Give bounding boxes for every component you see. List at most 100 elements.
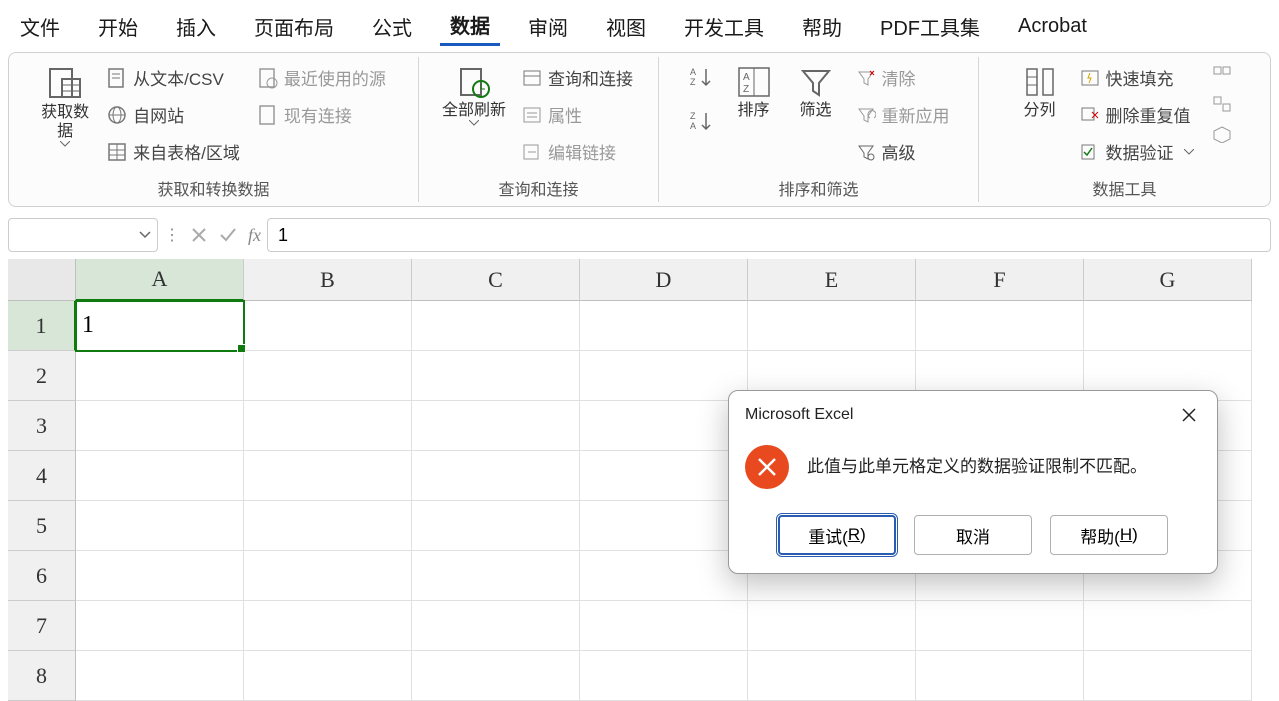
row-header-8[interactable]: 8	[8, 651, 76, 701]
col-header-E[interactable]: E	[748, 259, 916, 301]
cell[interactable]	[244, 551, 412, 601]
recent-sources-button[interactable]: 最近使用的源	[252, 61, 392, 94]
cell-A1[interactable]: 1	[76, 301, 244, 351]
sort-az-button[interactable]: AZ	[682, 61, 720, 93]
sort-button[interactable]: AZ 排序	[726, 61, 782, 124]
select-all-corner[interactable]	[8, 259, 76, 301]
sort-za-button[interactable]: ZA	[682, 105, 720, 137]
cell[interactable]	[412, 601, 580, 651]
cell[interactable]	[244, 401, 412, 451]
tab-data[interactable]: 数据	[440, 6, 500, 46]
cell[interactable]	[412, 551, 580, 601]
formula-input[interactable]	[267, 218, 1271, 252]
cell[interactable]	[580, 601, 748, 651]
cell[interactable]	[76, 551, 244, 601]
cell[interactable]	[244, 501, 412, 551]
row-header-2[interactable]: 2	[8, 351, 76, 401]
edit-links-button[interactable]: 编辑链接	[516, 135, 639, 168]
cell[interactable]	[76, 451, 244, 501]
remove-duplicates-button[interactable]: 删除重复值	[1074, 98, 1200, 131]
chevron-down-icon[interactable]	[139, 231, 151, 239]
advanced-filter-button[interactable]: 高级	[850, 135, 956, 168]
cell[interactable]	[1084, 651, 1252, 701]
tab-help[interactable]: 帮助	[792, 8, 852, 45]
help-button[interactable]: 帮助(H)	[1050, 515, 1168, 555]
row-header-6[interactable]: 6	[8, 551, 76, 601]
reapply-button[interactable]: 重新应用	[850, 98, 956, 131]
cell[interactable]	[580, 401, 748, 451]
retry-button[interactable]: 重试(R)	[778, 515, 896, 555]
cell[interactable]	[580, 301, 748, 351]
from-web-button[interactable]: 自网站	[101, 98, 246, 131]
cell[interactable]	[748, 301, 916, 351]
cell[interactable]	[580, 351, 748, 401]
cell[interactable]	[412, 301, 580, 351]
from-text-csv-button[interactable]: 从文本/CSV	[101, 61, 246, 94]
data-validation-button[interactable]: 数据验证	[1074, 135, 1200, 168]
confirm-icon[interactable]	[218, 226, 238, 244]
cell[interactable]	[580, 501, 748, 551]
tab-review[interactable]: 审阅	[518, 8, 578, 45]
text-to-columns-button[interactable]: 分列	[1012, 61, 1068, 124]
cell[interactable]	[1084, 601, 1252, 651]
row-header-7[interactable]: 7	[8, 601, 76, 651]
tab-acrobat[interactable]: Acrobat	[1008, 11, 1097, 42]
row-header-4[interactable]: 4	[8, 451, 76, 501]
cell[interactable]	[580, 651, 748, 701]
refresh-all-button[interactable]: 全部刷新	[438, 61, 510, 130]
properties-button[interactable]: 属性	[516, 98, 639, 131]
cell[interactable]	[1084, 301, 1252, 351]
cancel-button[interactable]: 取消	[914, 515, 1032, 555]
tab-insert[interactable]: 插入	[166, 8, 226, 45]
manage-model-button[interactable]	[1206, 121, 1238, 147]
cell[interactable]	[916, 601, 1084, 651]
flash-fill-button[interactable]: 快速填充	[1074, 61, 1200, 94]
tab-view[interactable]: 视图	[596, 8, 656, 45]
tab-pdf[interactable]: PDF工具集	[870, 8, 990, 45]
cell[interactable]	[244, 301, 412, 351]
cell[interactable]	[76, 351, 244, 401]
tab-formulas[interactable]: 公式	[362, 8, 422, 45]
cell[interactable]	[76, 651, 244, 701]
dropdown-icon[interactable]: ⋮	[164, 225, 180, 245]
col-header-C[interactable]: C	[412, 259, 580, 301]
clear-filter-button[interactable]: 清除	[850, 61, 956, 94]
cell[interactable]	[76, 401, 244, 451]
cell[interactable]	[748, 601, 916, 651]
cell[interactable]	[412, 401, 580, 451]
cell[interactable]	[76, 501, 244, 551]
cell[interactable]	[412, 451, 580, 501]
cell[interactable]	[580, 451, 748, 501]
tab-pagelayout[interactable]: 页面布局	[244, 8, 344, 45]
cell[interactable]	[916, 651, 1084, 701]
cell[interactable]	[580, 551, 748, 601]
queries-connections-button[interactable]: 查询和连接	[516, 61, 639, 94]
from-table-button[interactable]: 来自表格/区域	[101, 135, 246, 168]
get-data-button[interactable]: 获取数 据	[35, 61, 95, 151]
row-header-3[interactable]: 3	[8, 401, 76, 451]
tab-developer[interactable]: 开发工具	[674, 8, 774, 45]
cell[interactable]	[412, 501, 580, 551]
cell[interactable]	[244, 351, 412, 401]
col-header-A[interactable]: A	[76, 259, 244, 301]
cell[interactable]	[412, 651, 580, 701]
cancel-icon[interactable]	[190, 226, 208, 244]
col-header-G[interactable]: G	[1084, 259, 1252, 301]
col-header-B[interactable]: B	[244, 259, 412, 301]
row-header-1[interactable]: 1	[8, 301, 76, 351]
cell[interactable]	[244, 601, 412, 651]
cell[interactable]	[916, 301, 1084, 351]
row-header-5[interactable]: 5	[8, 501, 76, 551]
close-button[interactable]	[1177, 403, 1201, 427]
tab-file[interactable]: 文件	[10, 8, 70, 45]
cell[interactable]	[412, 351, 580, 401]
relationships-button[interactable]	[1206, 91, 1238, 117]
cell[interactable]	[244, 451, 412, 501]
cell[interactable]	[76, 601, 244, 651]
fx-label[interactable]: fx	[248, 225, 261, 246]
consolidate-button[interactable]	[1206, 61, 1238, 87]
name-box[interactable]	[8, 218, 158, 252]
cell[interactable]	[748, 651, 916, 701]
col-header-D[interactable]: D	[580, 259, 748, 301]
filter-button[interactable]: 筛选	[788, 61, 844, 124]
